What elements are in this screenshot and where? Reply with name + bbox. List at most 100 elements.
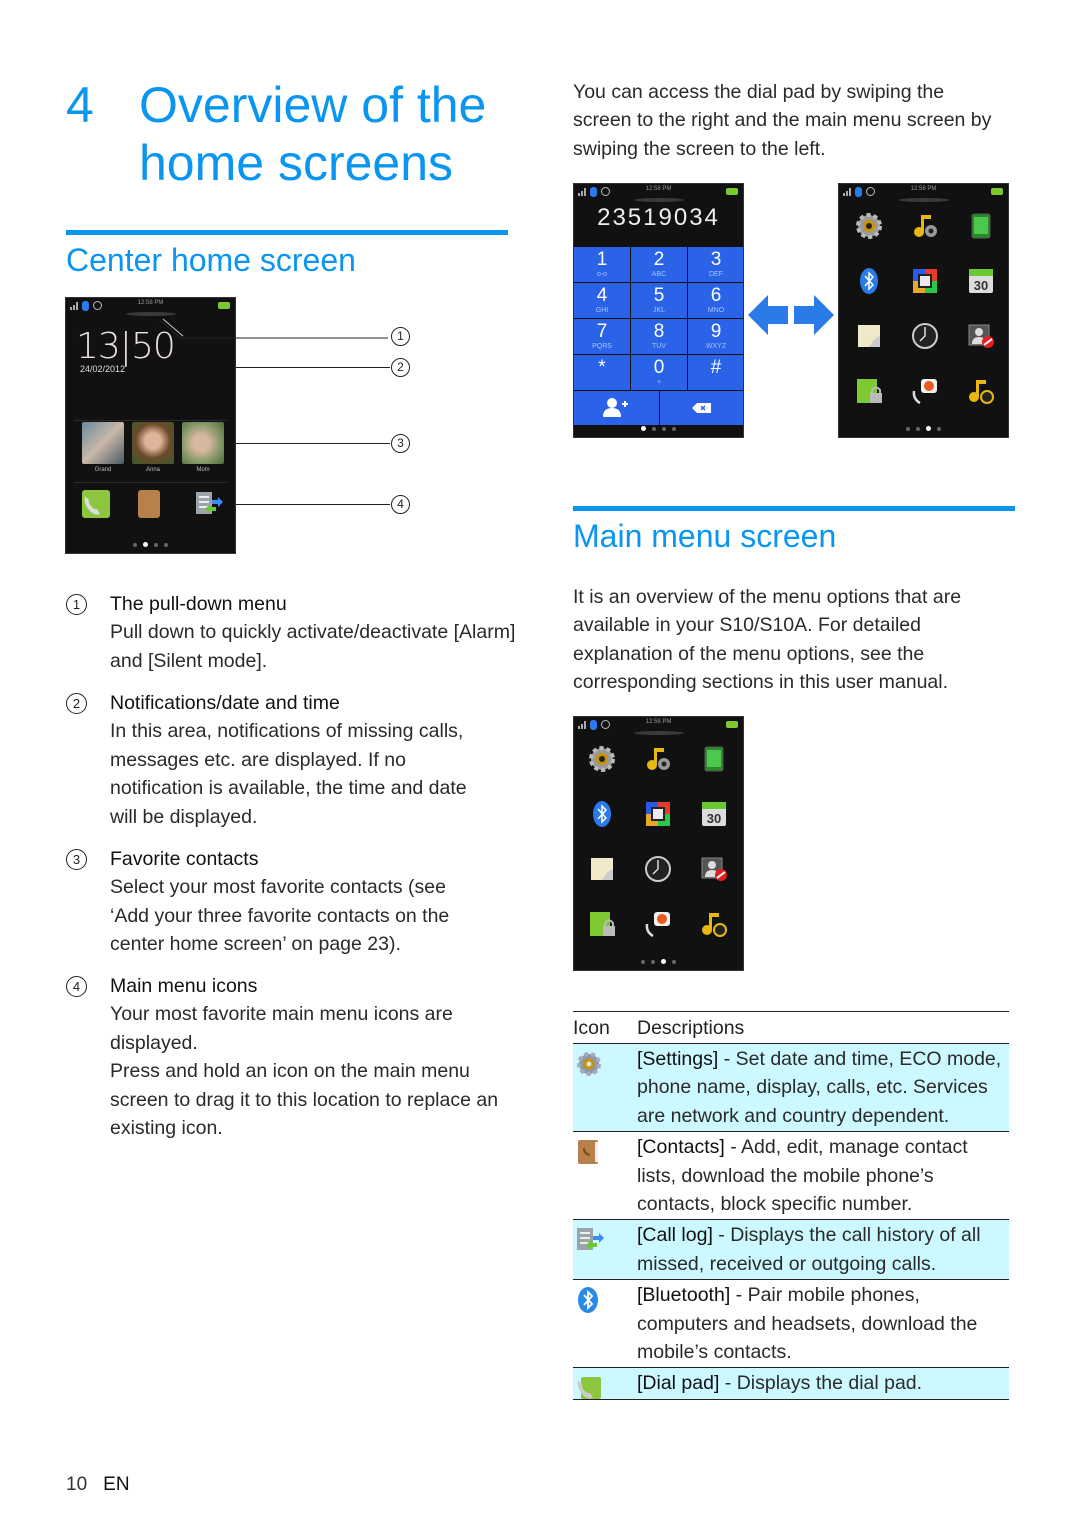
key-5[interactable]: 5 JKL [631,283,687,318]
favorite-contact-name: Anna [145,467,160,473]
key-letters: TUV [652,343,666,350]
main-menu-intro: It is an overview of the menu options th… [573,586,962,694]
item-title: Main menu icons [110,975,258,997]
header-descriptions: Descriptions [637,1017,745,1039]
key-digit: 5 [653,285,665,306]
chapter-title: Overview of the home screens [139,77,487,191]
voicemail-icon[interactable] [911,377,939,405]
key-9[interactable]: 9 WXYZ [688,319,743,354]
battery-icon [726,721,738,728]
section-title-main-menu: Main menu screen [573,518,837,554]
notes-icon[interactable] [588,855,616,883]
pull-down-tab[interactable] [125,312,176,316]
callout-number: 2 [391,358,410,377]
item-title: Notifications/date and time [110,692,340,714]
battery-icon [218,302,230,309]
calendar-icon[interactable]: 30 [700,800,728,828]
key-8[interactable]: 8 TUV [631,319,687,354]
list-item: 1 The pull-down menu Pull down to quickl… [66,590,516,675]
key-digit: 7 [596,321,608,342]
key-letters: WXYZ [705,343,727,350]
alarm-tones-icon[interactable] [700,910,728,938]
favorite-contact-photo[interactable] [182,422,224,464]
favorite-contact-photo[interactable] [82,422,124,464]
clock-icon[interactable] [644,855,672,883]
blocked-contacts-icon[interactable] [700,855,728,883]
dial-pad-icon[interactable] [82,490,110,518]
main-menu-screen-image: 12:58 PM 30 [573,716,744,971]
favorite-contact-photo[interactable] [132,422,174,464]
status-time: 12:58 PM [137,300,164,306]
item-number: 2 [66,693,87,714]
add-contact-icon [603,398,628,417]
home-date: 24/02/2012 [80,364,126,374]
item-description: In this area, notifications of missing c… [110,717,490,831]
contacts-icon[interactable] [138,490,160,518]
item-number: 1 [66,594,87,615]
backspace-button[interactable] [659,391,743,425]
key-digit: # [710,357,722,378]
row-label: [Call log] [637,1224,713,1247]
bluetooth-icon[interactable] [855,267,883,295]
key-digit: 0 [653,357,665,378]
notes-icon[interactable] [855,322,883,350]
pull-down-tab[interactable] [633,731,684,735]
key-1[interactable]: 1 o-o [574,247,630,282]
alarm-tones-icon[interactable] [967,377,995,405]
sound-settings-icon[interactable] [644,745,672,773]
table-row: [Dial pad] - Displays the dial pad. [573,1368,1009,1400]
table-row: [Bluetooth] - Pair mobile phones, comput… [573,1280,1009,1369]
call-log-icon[interactable] [194,490,223,518]
bluetooth-icon[interactable] [588,800,616,828]
key-2[interactable]: 2 ABC [631,247,687,282]
key-hash[interactable]: # [688,355,743,390]
calendar-icon[interactable]: 30 [967,267,995,295]
call-log-icon [575,1226,604,1252]
settings-icon[interactable] [588,745,616,773]
status-time: 12:58 PM [910,186,937,192]
table-header: Icon Descriptions [573,1011,1009,1044]
header-icon: Icon [573,1017,610,1039]
key-letters: o-o [596,271,608,278]
keypad: 1 o-o 2 ABC 3 DEF 4 GHI 5 JKL 6 MNO 7 PQRS 8 TUV… [574,247,743,390]
pull-down-tab[interactable] [898,198,949,202]
keypad-actions [574,391,743,425]
item-description: Select your most favorite contacts (see … [110,873,490,958]
display-icon[interactable] [911,267,939,295]
language-code: EN [103,1474,130,1495]
key-letters: MNO [707,307,725,314]
key-digit: 3 [710,249,722,270]
key-digit: 9 [710,321,722,342]
sound-settings-icon[interactable] [911,212,939,240]
pull-down-tab[interactable] [633,198,684,202]
key-3[interactable]: 3 DEF [688,247,743,282]
item-desc-text: In this area, notifications of missing c… [110,720,467,828]
key-4[interactable]: 4 GHI [574,283,630,318]
key-0[interactable]: 0 + [631,355,687,390]
messages-icon[interactable] [967,212,995,240]
battery-icon [991,188,1003,195]
key-digit: 2 [653,249,665,270]
voicemail-icon[interactable] [644,910,672,938]
item-description: Pull down to quickly activate/deactivate… [110,618,516,675]
section-title-center-home: Center home screen [66,242,356,278]
swipe-arrows-icon [748,292,834,338]
key-6[interactable]: 6 MNO [688,283,743,318]
dial-pad-screen-image: 12:58 PM 23519034 1 o-o 2 ABC 3 DEF 4 GHI 5J… [573,183,744,438]
add-contact-button[interactable] [574,391,659,425]
messages-icon[interactable] [700,745,728,773]
key-digit: 1 [596,249,608,270]
keypad-lock-icon[interactable] [588,910,616,938]
row-label: [Settings] [637,1048,719,1070]
key-star[interactable]: * [574,355,630,390]
item-description: Your most favorite main menu icons are d… [110,1000,505,1142]
clock-icon[interactable] [911,322,939,350]
blocked-contacts-icon[interactable] [967,322,995,350]
item-desc-text: Select your most favorite contacts (see … [110,876,450,956]
main-menu-screen-image-top: 12:58 PM 30 [838,183,1009,438]
settings-icon[interactable] [855,212,883,240]
display-icon[interactable] [644,800,672,828]
favorite-contact-name: Grand [94,467,112,473]
keypad-lock-icon[interactable] [855,377,883,405]
key-7[interactable]: 7 PQRS [574,319,630,354]
